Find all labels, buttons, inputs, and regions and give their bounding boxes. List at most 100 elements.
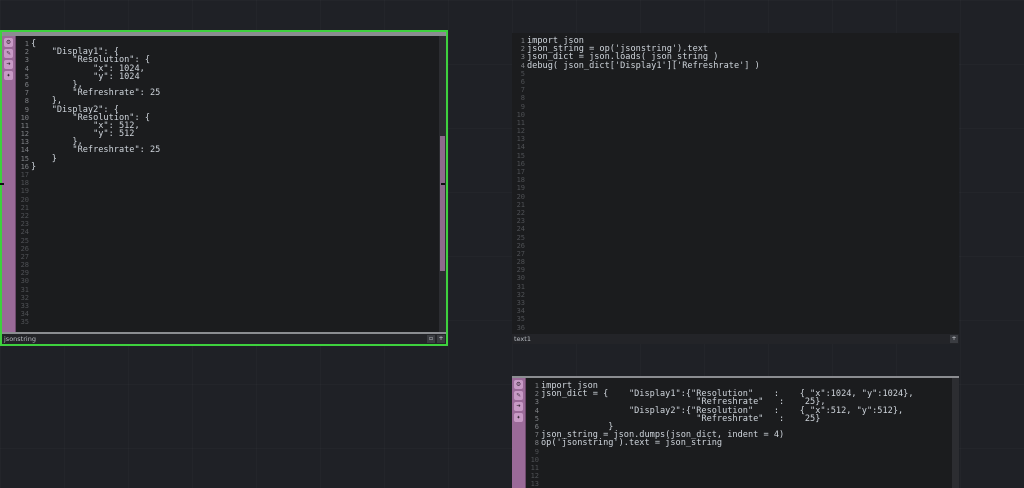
line-number: 17 [20, 171, 29, 179]
code-line[interactable]: op('jsonstring').text = json_string [541, 439, 953, 448]
output-connector[interactable] [441, 183, 445, 185]
expand-icon[interactable]: ▫ [427, 335, 435, 343]
pencil-icon[interactable]: ✎ [4, 49, 13, 58]
gear-icon[interactable]: ⚙ [4, 38, 13, 47]
line-number: 25 [20, 236, 29, 245]
pencil-icon[interactable]: ✎ [514, 391, 523, 400]
line-number: 11 [20, 121, 29, 130]
text-editor[interactable]: 1 2 3 4 5 6 7 8 9 10 11 12 13 14 15 16 17 18 19 20 21 22 23 24 2… [512, 33, 959, 334]
line-number: 16 [516, 159, 525, 168]
text-editor[interactable]: 1 2 3 4 5 6 7 8 9 10 11 12 13 import json json_dict =… [526, 378, 953, 488]
line-number: 13 [530, 480, 539, 488]
node-name[interactable]: jsonstring [4, 335, 36, 343]
line-number: 9 [24, 105, 29, 114]
line-number: 12 [20, 130, 29, 139]
line-number: 26 [516, 241, 525, 250]
line-number: 18 [516, 176, 525, 185]
line-number: 6 [24, 80, 29, 89]
line-number: 7 [520, 86, 525, 95]
line-number: 35 [20, 318, 29, 327]
line-number: 19 [516, 184, 525, 193]
line-number: 21 [516, 200, 525, 209]
node-text1[interactable]: 1 2 3 4 5 6 7 8 9 10 11 12 13 14 15 16 17 18 19 20 21 22 23 24 2… [512, 33, 959, 344]
node-name[interactable]: text1 [514, 335, 531, 343]
code-line[interactable]: "y": 1024 [31, 72, 440, 81]
line-number: 28 [516, 258, 525, 267]
line-number: 8 [534, 439, 539, 448]
gear-icon[interactable]: ⚙ [514, 380, 523, 389]
line-number: 28 [20, 261, 29, 270]
line-number: 21 [20, 203, 29, 212]
line-number: 6 [534, 422, 539, 431]
line-number: 31 [20, 285, 29, 294]
code-line[interactable]: } [31, 154, 440, 163]
line-number: 31 [516, 282, 525, 291]
line-number: 27 [20, 252, 29, 261]
line-number: 9 [520, 102, 525, 111]
code-line[interactable]: "Refreshrate": 25 [31, 89, 440, 98]
line-number: 11 [516, 118, 525, 127]
line-number: 10 [530, 455, 539, 464]
node-text2[interactable]: ⚙ ✎ ➜ ✦ 1 2 3 4 5 6 7 8 9 10 11 12 13 import json jso… [512, 376, 959, 488]
code-line[interactable]: debug( json_dict['Display1']['Refreshrat… [527, 61, 959, 70]
line-number: 27 [516, 249, 525, 258]
code-line[interactable]: } [31, 162, 440, 171]
code-text[interactable]: { "Display1": { "Resolution": { "x": 102… [31, 40, 440, 172]
line-number: 13 [516, 135, 525, 144]
line-number: 3 [520, 53, 525, 62]
code-text[interactable]: import json json_string = op('jsonstring'… [527, 37, 959, 70]
line-number: 9 [534, 447, 539, 456]
line-numbers: 1 2 3 4 5 6 7 8 9 10 11 12 13 14 15 16 17 18 19 20 21 22 23 24 2… [512, 37, 525, 332]
scrollbar-thumb[interactable] [440, 136, 445, 271]
code-text[interactable]: import json json_dict = { "Display1":{"Re… [541, 382, 953, 448]
line-number: 24 [516, 225, 525, 234]
line-number: 2 [534, 390, 539, 399]
line-number: 29 [20, 269, 29, 278]
line-number: 23 [20, 220, 29, 229]
add-icon[interactable]: + [437, 335, 445, 343]
line-number: 22 [20, 211, 29, 220]
line-number: 15 [20, 154, 29, 163]
line-number: 13 [20, 138, 29, 147]
line-number: 7 [24, 89, 29, 98]
arrow-right-icon[interactable]: ➜ [4, 60, 13, 69]
line-number: 2 [24, 48, 29, 57]
line-number: 8 [520, 94, 525, 103]
line-number: 33 [20, 302, 29, 310]
vertical-scrollbar[interactable] [952, 378, 959, 488]
line-number: 24 [20, 228, 29, 237]
line-number: 4 [520, 61, 525, 70]
line-number: 8 [24, 97, 29, 106]
line-number: 25 [516, 233, 525, 242]
line-number: 32 [516, 290, 525, 299]
wrench-icon[interactable]: ✦ [514, 413, 523, 422]
line-number: 5 [24, 72, 29, 81]
line-number: 19 [20, 187, 29, 196]
input-connector[interactable] [0, 183, 4, 185]
text-editor[interactable]: 1 2 3 4 5 6 7 8 9 10 11 12 13 14 15 16 17 18 19 20 21 22 23 24 2… [16, 36, 440, 332]
line-number: 12 [530, 472, 539, 481]
code-line[interactable]: "y": 512 [31, 130, 440, 139]
line-number: 7 [534, 431, 539, 440]
line-number: 26 [20, 244, 29, 253]
line-number: 4 [24, 64, 29, 73]
node-namebar: jsonstring ▫ + [2, 334, 446, 344]
line-number: 1 [24, 40, 29, 48]
line-number: 4 [534, 406, 539, 415]
line-numbers: 1 2 3 4 5 6 7 8 9 10 11 12 13 14 15 16 17 18 19 20 21 22 23 24 2… [16, 40, 29, 327]
line-number: 3 [534, 398, 539, 407]
line-number: 30 [516, 274, 525, 283]
line-number: 1 [520, 37, 525, 45]
line-number: 2 [520, 45, 525, 54]
node-jsonstring[interactable]: ⚙ ✎ ➜ ✦ 1 2 3 4 5 6 7 8 9 10 11 12 13 14 15 16 17 18 19 20 2… [0, 30, 448, 346]
line-number: 5 [534, 414, 539, 423]
line-number: 35 [516, 315, 525, 324]
code-line[interactable]: "Refreshrate": 25 [31, 146, 440, 155]
line-number: 5 [520, 69, 525, 78]
line-number: 12 [516, 127, 525, 136]
node-toolbar: ⚙ ✎ ➜ ✦ [512, 378, 526, 488]
add-icon[interactable]: + [950, 335, 958, 343]
wrench-icon[interactable]: ✦ [4, 71, 13, 80]
arrow-right-icon[interactable]: ➜ [514, 402, 523, 411]
line-number: 17 [516, 168, 525, 176]
